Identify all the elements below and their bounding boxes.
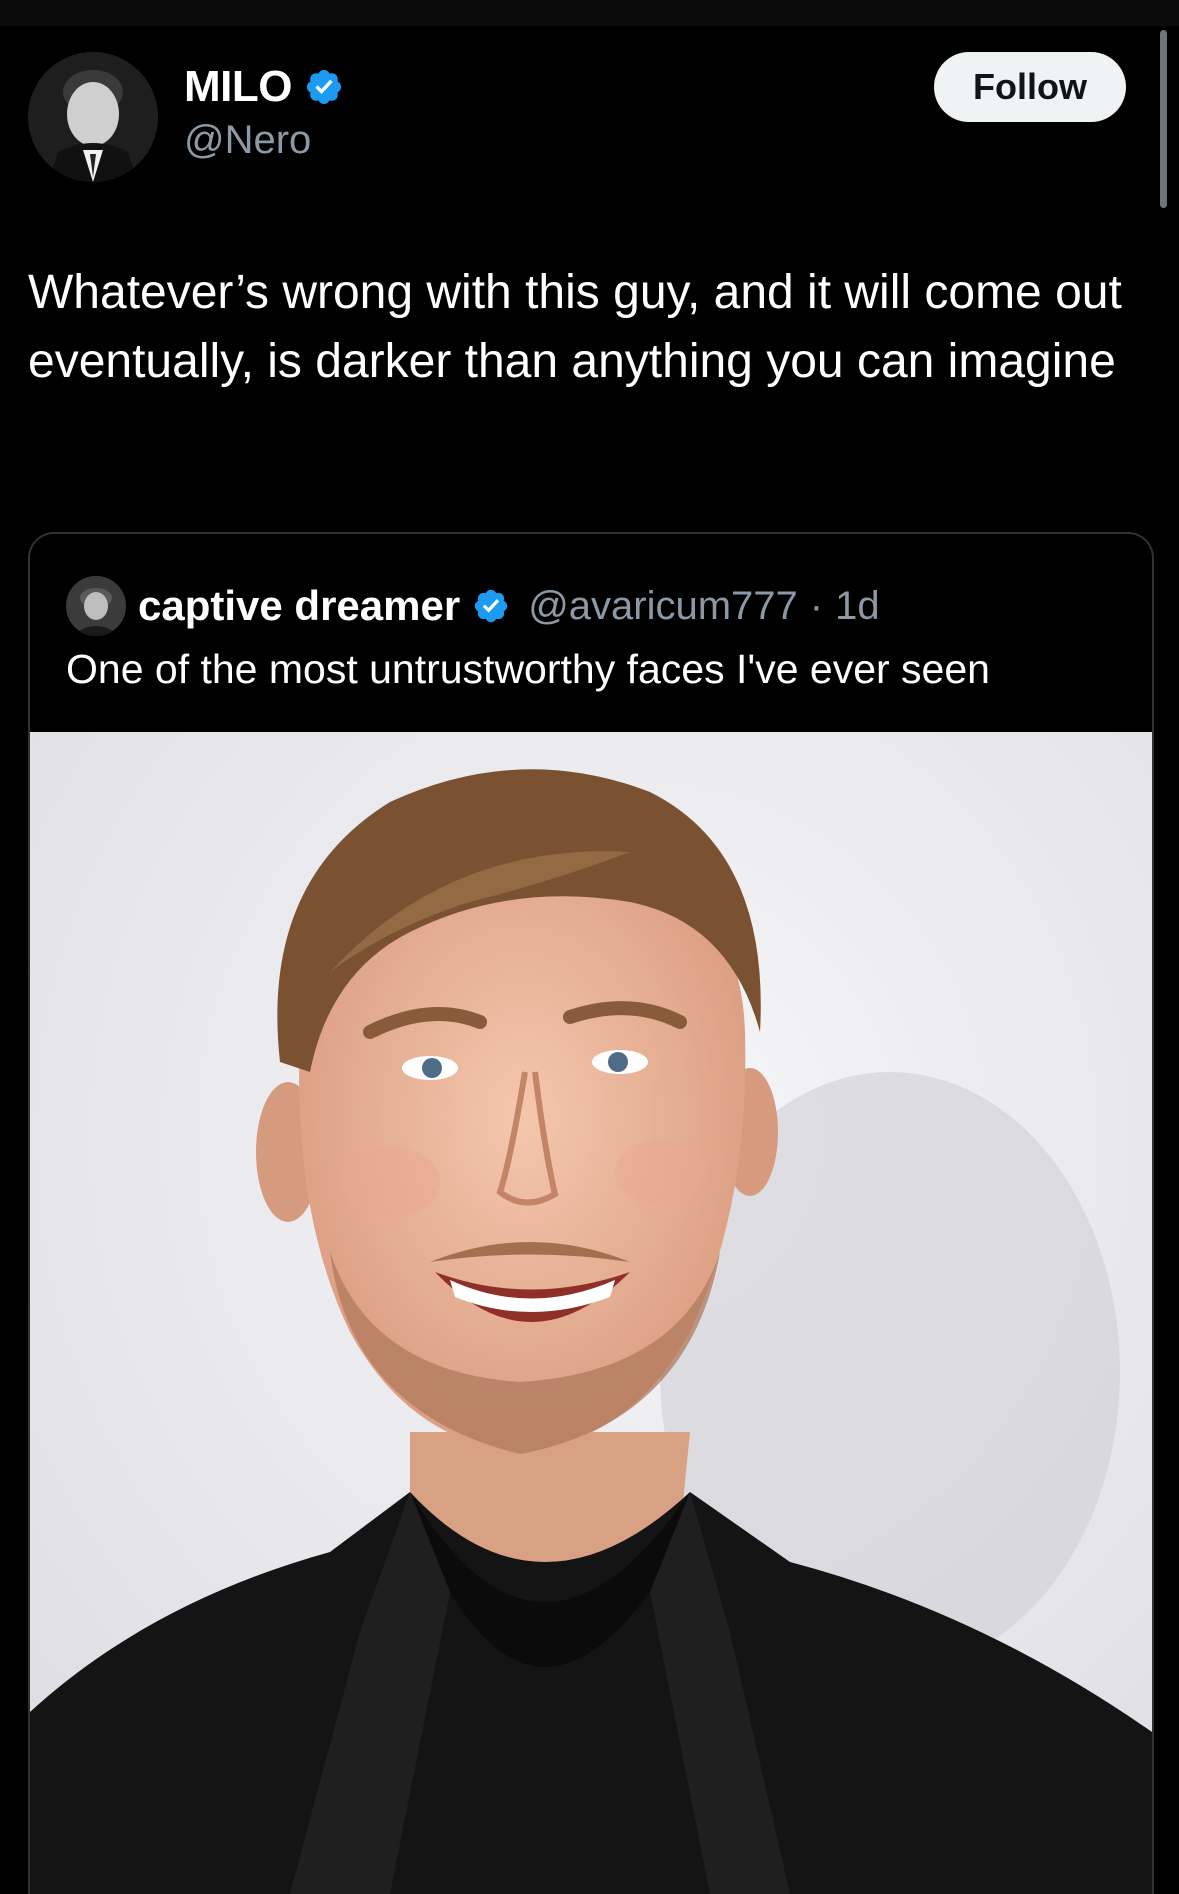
quoted-author-avatar[interactable] (66, 576, 126, 636)
status-bar-strip (0, 0, 1179, 26)
author-display-name[interactable]: MILO (184, 62, 292, 112)
smiling-man-photo (30, 732, 1152, 1894)
quoted-tweet-image[interactable] (30, 732, 1152, 1894)
quoted-author-handle[interactable]: @avaricum777 (528, 584, 798, 629)
quoted-author-avatar-image (66, 576, 126, 636)
quoted-tweet-card[interactable]: captive dreamer @avaricum777 · 1d One of… (28, 532, 1154, 1894)
tweet-text: Whatever’s wrong with this guy, and it w… (28, 266, 1136, 388)
quoted-tweet-header: captive dreamer @avaricum777 · 1d (66, 574, 880, 638)
quoted-tweet-text: One of the most untrustworthy faces I've… (66, 646, 990, 692)
follow-button[interactable]: Follow (934, 52, 1126, 122)
quoted-author-name[interactable]: captive dreamer (138, 582, 460, 630)
verified-badge-icon (306, 69, 342, 105)
quoted-timestamp[interactable]: 1d (835, 584, 880, 629)
author-handle[interactable]: @Nero (184, 118, 311, 163)
author-avatar-image (28, 52, 158, 182)
quoted-separator: · (809, 583, 824, 628)
author-name-row: MILO (184, 62, 344, 112)
quoted-verified-badge-icon (474, 589, 508, 623)
author-avatar[interactable] (28, 52, 158, 182)
scrollbar[interactable] (1160, 30, 1167, 208)
